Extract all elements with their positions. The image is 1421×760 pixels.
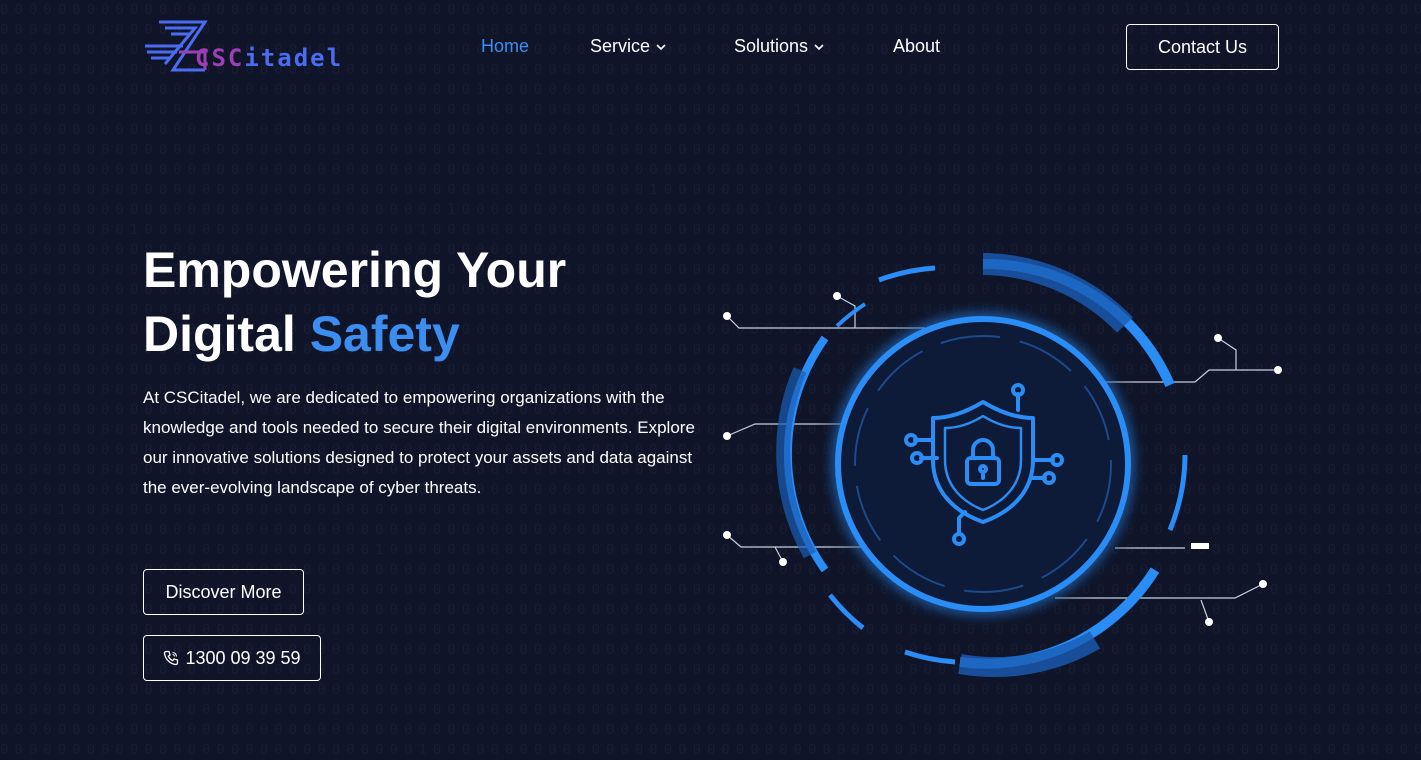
hero-title-accent: Safety	[309, 306, 460, 362]
chevron-down-icon	[656, 43, 666, 50]
nav-about-label: About	[893, 36, 941, 56]
hero-title-line1: Empowering Your	[143, 242, 567, 298]
hero-description: At CSCitadel, we are dedicated to empowe…	[143, 388, 695, 497]
top-navigation: CSCitadel Home Service Solutions About C…	[0, 0, 1421, 95]
logo-text-cs: CSC	[195, 44, 245, 72]
logo-text-rest: itadel	[244, 44, 344, 72]
nav-item-about[interactable]: About	[893, 36, 940, 57]
brand-logo[interactable]: CSCitadel	[143, 18, 368, 78]
nav-solutions-label: Solutions	[734, 36, 809, 56]
nav-service-label: Service	[590, 36, 651, 56]
nav-item-home[interactable]: Home	[481, 36, 529, 57]
contact-us-button[interactable]: Contact Us	[1126, 24, 1279, 70]
chevron-down-icon	[814, 43, 824, 50]
hero-title-line2: Digital	[143, 306, 310, 362]
nav-home-label: Home	[481, 36, 530, 56]
security-shield-illustration	[723, 253, 1282, 678]
discover-more-label: Discover More	[165, 581, 282, 602]
phone-icon	[164, 650, 179, 666]
nav-item-service[interactable]: Service	[590, 36, 666, 57]
phone-number-label: 1300 09 39 59	[185, 647, 301, 668]
phone-button[interactable]: 1300 09 39 59	[143, 635, 321, 681]
discover-more-button[interactable]: Discover More	[143, 569, 304, 615]
nav-item-solutions[interactable]: Solutions	[734, 36, 824, 57]
logo-wordmark: CSCitadel	[195, 44, 343, 72]
hero-title: Empowering Your Digital Safety	[143, 238, 703, 366]
